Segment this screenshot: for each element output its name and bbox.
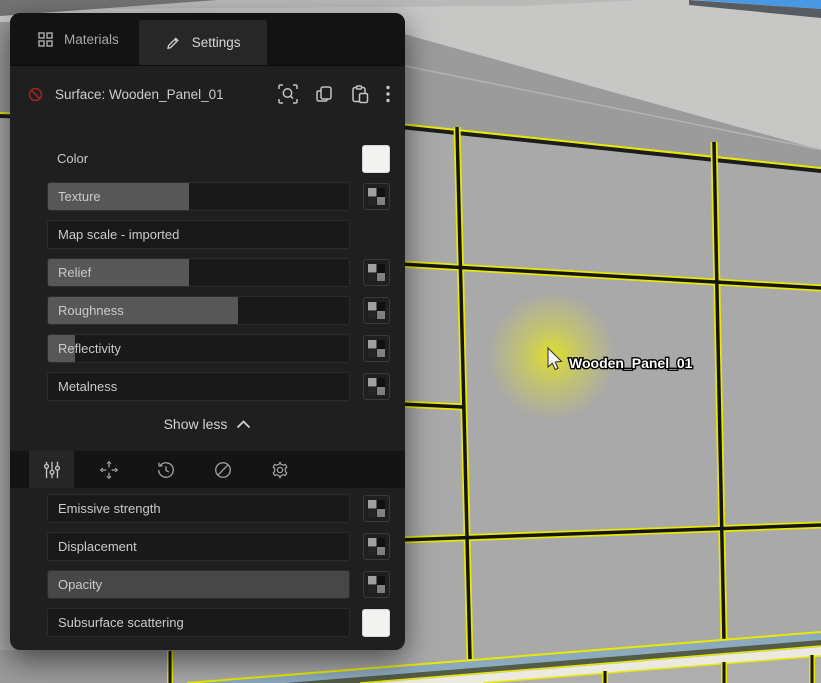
map-scale-field[interactable]: Map scale - imported [47, 220, 350, 249]
relief-slider[interactable]: Relief [47, 258, 350, 287]
show-less-button[interactable]: Show less [10, 411, 405, 437]
gear-icon [270, 460, 290, 480]
property-rows-top: Color Texture Map scale - imported Relie… [10, 144, 405, 401]
property-label: Map scale - imported [48, 227, 179, 242]
opacity-slider[interactable]: Opacity [47, 570, 350, 599]
texture-checker-icon[interactable] [363, 297, 390, 324]
tool-tab-leaf[interactable] [200, 451, 245, 488]
texture-checker-icon[interactable] [363, 335, 390, 362]
property-row-emissive: Emissive strength [47, 494, 390, 523]
property-row-reflectivity: Reflectivity [47, 334, 390, 363]
texture-slider[interactable]: Texture [47, 182, 350, 211]
tab-materials-label: Materials [64, 32, 119, 47]
header-actions [277, 83, 391, 105]
tool-tab-history[interactable] [143, 451, 188, 488]
property-label: Roughness [48, 303, 124, 318]
copy-icon[interactable] [314, 84, 334, 104]
color-swatch[interactable] [362, 609, 390, 637]
tab-materials[interactable]: Materials [10, 13, 139, 65]
property-row-map-scale: Map scale - imported [47, 220, 390, 249]
tab-settings-label: Settings [192, 35, 241, 50]
hover-entity-label: Wooden_Panel_01 [569, 355, 693, 371]
property-row-roughness: Roughness [47, 296, 390, 325]
property-row-metalness: Metalness [47, 372, 390, 401]
roughness-slider[interactable]: Roughness [47, 296, 350, 325]
property-label: Subsurface scattering [48, 615, 184, 630]
subsurface-field[interactable]: Subsurface scattering [47, 608, 350, 637]
panel-icon-toolbar [10, 451, 405, 488]
metalness-slider[interactable]: Metalness [47, 372, 350, 401]
reflectivity-slider[interactable]: Reflectivity [47, 334, 350, 363]
property-label: Metalness [48, 379, 117, 394]
property-row-relief: Relief [47, 258, 390, 287]
property-label: Opacity [48, 577, 102, 592]
history-icon [156, 460, 176, 480]
panel-tab-bar: Materials Settings [10, 13, 405, 66]
property-label: Color [47, 151, 350, 166]
texture-checker-icon[interactable] [363, 495, 390, 522]
property-row-subsurface: Subsurface scattering [47, 608, 390, 637]
texture-checker-icon[interactable] [363, 183, 390, 210]
material-settings-panel: Materials Settings Surface: Wooden_Panel… [10, 13, 405, 650]
grid-icon [38, 32, 53, 47]
property-row-displacement: Displacement [47, 532, 390, 561]
texture-checker-icon[interactable] [363, 259, 390, 286]
displacement-slider[interactable]: Displacement [47, 532, 350, 561]
tool-tab-move[interactable] [86, 451, 131, 488]
property-label: Emissive strength [48, 501, 161, 516]
select-search-icon[interactable] [277, 83, 299, 105]
pencil-icon [165, 35, 181, 51]
move-icon [99, 460, 119, 480]
texture-checker-icon[interactable] [363, 533, 390, 560]
tool-tab-sliders[interactable] [29, 451, 74, 488]
texture-checker-icon[interactable] [363, 373, 390, 400]
leaf-icon [213, 460, 233, 480]
more-icon[interactable] [385, 85, 391, 103]
property-row-color: Color [47, 144, 390, 173]
property-row-texture: Texture [47, 182, 390, 211]
surface-header: Surface: Wooden_Panel_01 [10, 76, 405, 112]
paste-icon[interactable] [349, 84, 370, 105]
surface-title: Surface: Wooden_Panel_01 [55, 87, 277, 102]
tool-tab-settings[interactable] [257, 451, 302, 488]
property-label: Reflectivity [48, 341, 121, 356]
property-row-opacity: Opacity [47, 570, 390, 599]
texture-checker-icon[interactable] [363, 571, 390, 598]
chevron-up-icon [236, 420, 251, 429]
lower-left-wall [0, 650, 170, 683]
no-material-icon [28, 87, 43, 102]
property-rows-bottom: Emissive strength Displacement Opacity S… [10, 494, 405, 637]
property-label: Relief [48, 265, 91, 280]
sliders-icon [42, 460, 62, 480]
emissive-slider[interactable]: Emissive strength [47, 494, 350, 523]
property-label: Texture [48, 189, 101, 204]
color-swatch[interactable] [362, 145, 390, 173]
tab-settings[interactable]: Settings [139, 20, 267, 65]
show-less-label: Show less [164, 416, 228, 432]
property-label: Displacement [48, 539, 137, 554]
